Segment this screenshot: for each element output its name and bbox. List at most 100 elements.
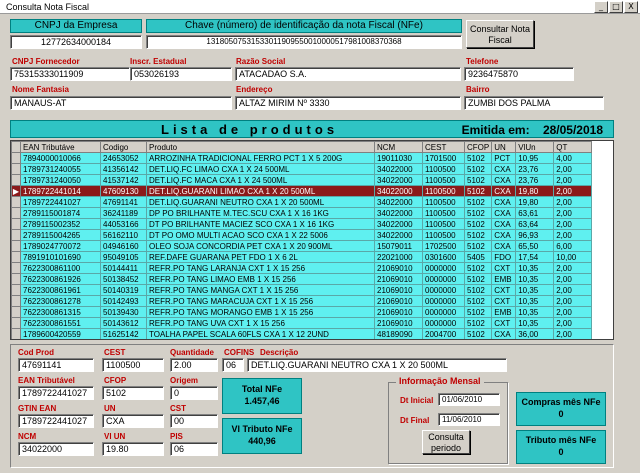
table-cell[interactable]: CXA <box>491 240 517 252</box>
table-cell[interactable]: 5102 <box>463 163 493 175</box>
table-cell[interactable]: CXA <box>491 163 517 175</box>
descricao-field[interactable]: DET.LIQ.GUARANI NEUTRO CXA 1 X 20 500ML <box>247 358 507 372</box>
table-cell[interactable]: REFR.PO TANG LARANJA CXT 1 X 15 256 <box>146 262 375 274</box>
table-cell[interactable]: CXT <box>491 284 517 296</box>
table-cell[interactable]: 5102 <box>463 295 493 307</box>
table-cell[interactable]: 1100500 <box>422 218 465 230</box>
table-cell[interactable]: 0000000 <box>422 284 465 296</box>
table-cell[interactable]: 2,00 <box>553 185 593 197</box>
table-cell[interactable]: 5102 <box>463 328 493 339</box>
table-cell[interactable]: 0000000 <box>422 262 465 274</box>
table-row[interactable]: 7622300861926 50138452 REFR.PO TANG LIMAO … <box>11 273 593 285</box>
table-cell[interactable]: 2,00 <box>553 163 593 175</box>
row-indicator[interactable] <box>11 218 21 230</box>
table-cell[interactable]: CXA <box>491 229 517 241</box>
cnpj-empresa-field[interactable]: 12772634000184 <box>10 35 142 49</box>
table-cell[interactable]: 1701500 <box>422 152 465 164</box>
table-cell[interactable]: 2,00 <box>553 218 593 230</box>
table-cell[interactable]: 96,93 <box>515 229 555 241</box>
row-indicator[interactable] <box>11 229 21 241</box>
table-cell[interactable]: 5102 <box>463 218 493 230</box>
table-row[interactable]: 7622300861278 50142493 REFR.PO TANG MARACU… <box>11 295 593 307</box>
consultar-nota-fiscal-button[interactable]: Consultar Nota Fiscal <box>466 20 534 48</box>
table-cell[interactable]: 63,64 <box>515 218 555 230</box>
table-row[interactable]: 7891910101690 95049105 REF.DAFE GUARANA PE… <box>11 251 593 263</box>
grid-column-header[interactable]: UN <box>491 141 517 153</box>
table-cell[interactable]: 7622300861961 <box>20 284 101 296</box>
table-cell[interactable]: EMB <box>491 306 517 318</box>
table-cell[interactable]: 47609130 <box>100 185 147 197</box>
table-row[interactable]: 7622300861315 50139430 REFR.PO TANG MORANG… <box>11 306 593 318</box>
bairro-field[interactable]: ZUMBI DOS PALMA <box>464 96 604 110</box>
row-indicator[interactable] <box>11 284 21 296</box>
table-cell[interactable]: 2,00 <box>553 306 593 318</box>
table-cell[interactable]: 10,35 <box>515 284 555 296</box>
table-cell[interactable]: REF.DAFE GUARANA PET FDO 1 X 6 2L <box>146 251 375 263</box>
current-row-indicator[interactable]: ▶ <box>11 185 21 197</box>
close-button[interactable]: X <box>624 1 638 13</box>
table-cell[interactable]: 21069010 <box>374 273 423 285</box>
row-indicator[interactable] <box>11 174 21 186</box>
row-indicator[interactable] <box>11 273 21 285</box>
produtos-grid[interactable]: EAN Tributáve Codigo Produto NCM CEST CFOP UN V… <box>10 140 614 340</box>
table-cell[interactable]: 7622300861278 <box>20 295 101 307</box>
row-indicator[interactable] <box>11 251 21 263</box>
telefone-field[interactable]: 9236475870 <box>464 67 574 81</box>
cofins-field[interactable]: 06 <box>222 358 244 372</box>
table-row[interactable]: 2789115004265 56162110 DT PO OMO MULTI ACA… <box>11 229 593 241</box>
table-cell[interactable]: 10,95 <box>515 152 555 164</box>
table-cell[interactable]: 7891910101690 <box>20 251 101 263</box>
table-cell[interactable]: 5405 <box>463 251 493 263</box>
table-cell[interactable]: 51625142 <box>100 328 147 339</box>
cst-field[interactable]: 00 <box>170 414 218 428</box>
grid-column-header[interactable]: Codigo <box>100 141 147 153</box>
table-cell[interactable]: 5102 <box>463 152 493 164</box>
table-cell[interactable]: REFR.PO TANG LIMAO EMB 1 X 15 256 <box>146 273 375 285</box>
table-cell[interactable]: 2,00 <box>553 317 593 329</box>
table-cell[interactable]: 2,00 <box>553 295 593 307</box>
table-cell[interactable]: 5102 <box>463 273 493 285</box>
table-cell[interactable]: DP PO BRILHANTE M.TEC.SCU CXA 1 X 16 1KG <box>146 207 375 219</box>
table-cell[interactable]: 04946160 <box>100 240 147 252</box>
table-cell[interactable]: PCT <box>491 152 517 164</box>
table-cell[interactable]: 23,76 <box>515 174 555 186</box>
table-cell[interactable]: 7894000010066 <box>20 152 101 164</box>
ean-tributavel-field[interactable]: 1789722441027 <box>18 386 94 400</box>
table-cell[interactable]: 56162110 <box>100 229 147 241</box>
row-indicator[interactable] <box>11 152 21 164</box>
table-cell[interactable]: 5102 <box>463 207 493 219</box>
table-cell[interactable]: 15079011 <box>374 240 423 252</box>
un-field[interactable]: CXA <box>102 414 164 428</box>
table-cell[interactable]: 5102 <box>463 185 493 197</box>
table-cell[interactable]: 10,35 <box>515 295 555 307</box>
table-cell[interactable]: CXA <box>491 196 517 208</box>
table-row[interactable]: 7622300861551 50143612 REFR.PO TANG UVA CX… <box>11 317 593 329</box>
grid-column-header[interactable]: CFOP <box>463 141 493 153</box>
table-cell[interactable]: 19,80 <box>515 196 555 208</box>
table-cell[interactable]: 1789024770072 <box>20 240 101 252</box>
table-cell[interactable]: FDO <box>491 251 517 263</box>
consulta-periodo-button[interactable]: Consulta periodo <box>422 430 470 454</box>
table-cell[interactable]: 50142493 <box>100 295 147 307</box>
grid-column-header[interactable]: Produto <box>146 141 375 153</box>
table-cell[interactable]: 2,00 <box>553 273 593 285</box>
table-row[interactable]: 1789731240055 41356142 DET.LIQ.FC LIMAO CX… <box>11 163 593 175</box>
minimize-button[interactable]: _ <box>594 1 608 13</box>
table-cell[interactable]: 36,00 <box>515 328 555 339</box>
ncm-field[interactable]: 34022000 <box>18 442 94 456</box>
inscricao-estadual-field[interactable]: 053026193 <box>130 67 232 81</box>
table-cell[interactable]: 2,00 <box>553 262 593 274</box>
table-cell[interactable]: 2789115001874 <box>20 207 101 219</box>
table-cell[interactable]: 21069010 <box>374 284 423 296</box>
table-cell[interactable]: CXA <box>491 218 517 230</box>
table-cell[interactable]: 2,00 <box>553 229 593 241</box>
row-indicator[interactable] <box>11 196 21 208</box>
table-row[interactable]: 2789115001874 36241189 DP PO BRILHANTE M.T… <box>11 207 593 219</box>
quantidade-field[interactable]: 2.00 <box>170 358 218 372</box>
table-cell[interactable]: 1100500 <box>422 174 465 186</box>
grid-column-header[interactable]: EAN Tributáve <box>20 141 101 153</box>
table-cell[interactable]: 34022000 <box>374 185 423 197</box>
table-cell[interactable]: 21069010 <box>374 317 423 329</box>
table-cell[interactable]: 50143612 <box>100 317 147 329</box>
table-cell[interactable]: CXT <box>491 317 517 329</box>
